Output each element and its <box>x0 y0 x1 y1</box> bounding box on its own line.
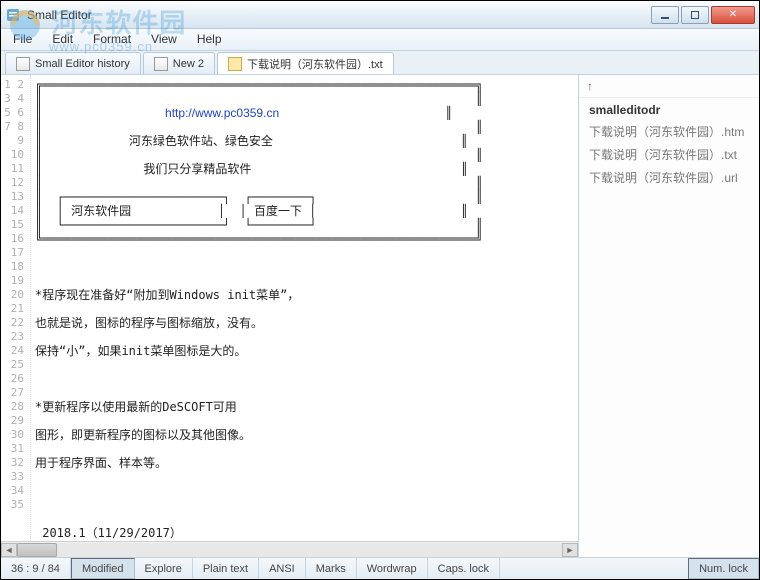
titlebar: Small Editor ✕ <box>1 1 759 29</box>
status-wordwrap[interactable]: Wordwrap <box>357 558 428 579</box>
text-file-icon <box>228 57 242 71</box>
window-title: Small Editor <box>27 8 92 22</box>
menubar: File Edit Format View Help <box>1 29 759 51</box>
side-file-panel: ↑ smalleditodr 下载说明（河东软件园）.htm 下载说明（河东软件… <box>579 75 759 557</box>
status-modified[interactable]: Modified <box>71 558 135 579</box>
tab-label: New 2 <box>173 58 204 70</box>
tab-new2[interactable]: New 2 <box>143 52 215 74</box>
tab-label: Small Editor history <box>35 58 130 70</box>
status-explore[interactable]: Explore <box>135 558 193 579</box>
app-icon <box>5 7 21 23</box>
side-file-item[interactable]: 下载说明（河东软件园）.txt <box>579 143 759 166</box>
status-position[interactable]: 36 : 9 / 84 <box>1 558 71 579</box>
scroll-thumb[interactable] <box>17 543 57 557</box>
tabbar: Small Editor history New 2 下载说明（河东软件园）.t… <box>1 51 759 75</box>
menu-view[interactable]: View <box>141 29 187 50</box>
editor-pane: 1 2 3 4 5 6 7 8 9 10 11 12 13 14 15 16 1… <box>1 75 579 557</box>
scroll-left-arrow-icon[interactable]: ◄ <box>1 543 17 557</box>
scroll-right-arrow-icon[interactable]: ► <box>562 543 578 557</box>
menu-edit[interactable]: Edit <box>42 29 83 50</box>
tab-history[interactable]: Small Editor history <box>5 52 141 74</box>
content-area: 1 2 3 4 5 6 7 8 9 10 11 12 13 14 15 16 1… <box>1 75 759 557</box>
side-file-item[interactable]: 下载说明（河东软件园）.url <box>579 166 759 189</box>
status-marks[interactable]: Marks <box>306 558 357 579</box>
menu-format[interactable]: Format <box>83 29 141 50</box>
status-numlock[interactable]: Num. lock <box>688 558 759 579</box>
side-up-arrow[interactable]: ↑ <box>579 75 759 98</box>
horizontal-scrollbar[interactable]: ◄ ► <box>1 541 578 557</box>
minimize-button[interactable] <box>651 6 679 24</box>
document-icon <box>154 57 168 71</box>
status-encoding[interactable]: ANSI <box>259 558 306 579</box>
status-capslock[interactable]: Caps. lock <box>428 558 500 579</box>
status-syntax[interactable]: Plain text <box>193 558 259 579</box>
document-icon <box>16 57 30 71</box>
menu-file[interactable]: File <box>3 29 42 50</box>
statusbar: 36 : 9 / 84 Modified Explore Plain text … <box>1 557 759 579</box>
tab-label: 下载说明（河东软件园）.txt <box>247 56 383 72</box>
menu-help[interactable]: Help <box>187 29 232 50</box>
side-file-item[interactable]: 下载说明（河东软件园）.htm <box>579 120 759 143</box>
close-button[interactable]: ✕ <box>711 6 755 24</box>
tab-download-readme[interactable]: 下载说明（河东软件园）.txt <box>217 52 394 74</box>
maximize-button[interactable] <box>681 6 709 24</box>
side-folder-item[interactable]: smalleditodr <box>579 100 759 120</box>
line-number-gutter: 1 2 3 4 5 6 7 8 9 10 11 12 13 14 15 16 1… <box>1 75 31 541</box>
editor-text-area[interactable]: ╔═══════════════════════════════════════… <box>31 75 578 541</box>
